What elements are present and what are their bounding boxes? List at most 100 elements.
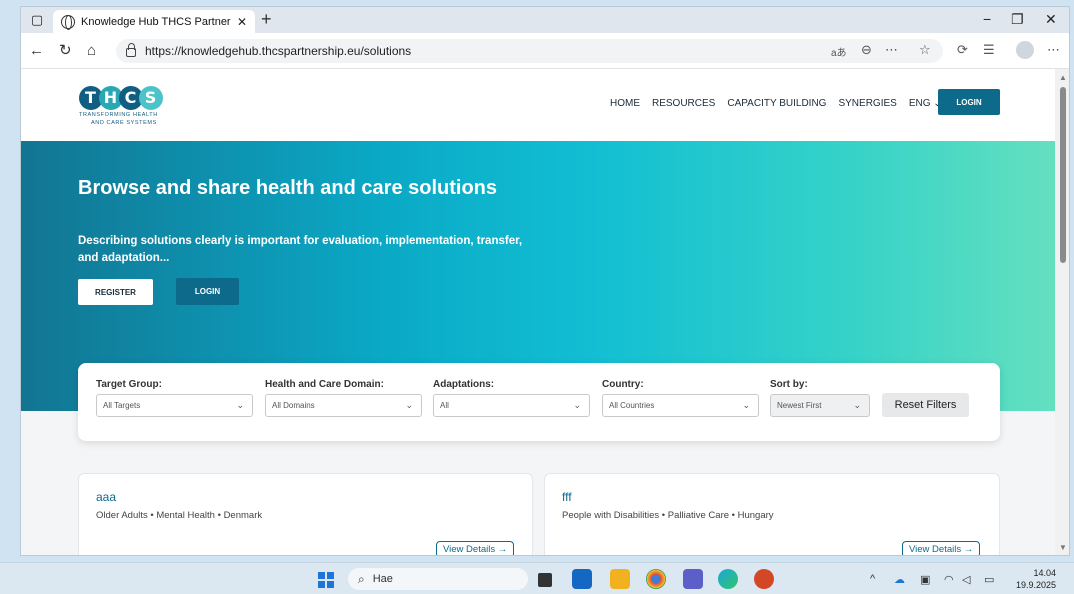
browser-window: ▢ Knowledge Hub THCS Partnership ✕ + − ❐… [20, 6, 1070, 556]
tray-chevron-icon[interactable]: ^ [870, 573, 875, 585]
system-clock[interactable]: 14.04 19.9.2025 [1014, 567, 1056, 591]
solution-card: fff People with Disabilities • Palliativ… [544, 473, 1000, 555]
filter-panel: Target Group: All Targets ⌄ Health and Ca… [78, 363, 1000, 441]
sort-label: Sort by: [770, 379, 808, 390]
navigation-bar: ← ↻ ⌂ https://knowledgehub.thcspartnersh… [21, 33, 1069, 69]
onedrive-icon[interactable]: ☁ [894, 573, 905, 586]
menu-item-synergies[interactable]: SYNERGIES [838, 98, 896, 109]
language-selector[interactable]: ENG ⌄ [909, 98, 942, 109]
tab-title: Knowledge Hub THCS Partnership [81, 15, 231, 28]
target-group-filter: Target Group: All Targets ⌄ [96, 379, 253, 417]
close-window-button[interactable]: ✕ [1045, 11, 1057, 28]
back-icon[interactable]: ← [29, 42, 44, 60]
adaptations-select[interactable]: All ⌄ [433, 394, 590, 417]
solution-title[interactable]: aaa [96, 490, 116, 504]
site-header: THCS Transforming Health and Care System… [21, 69, 1055, 141]
tab-bar: ▢ Knowledge Hub THCS Partnership ✕ + − ❐… [21, 7, 1069, 33]
edge-icon[interactable] [718, 569, 738, 589]
new-tab-button[interactable]: + [261, 9, 272, 30]
battery-icon[interactable]: ▭ [984, 573, 994, 586]
adaptations-filter: Adaptations: All ⌄ [433, 379, 590, 417]
favorites-bar-icon[interactable]: ☰ [983, 42, 995, 58]
view-details-button[interactable]: View Details → [436, 541, 515, 555]
refresh-icon[interactable]: ↻ [59, 42, 72, 60]
start-icon[interactable] [318, 572, 334, 588]
page-viewport: THCS Transforming Health and Care System… [21, 69, 1055, 555]
powerpoint-icon[interactable] [754, 569, 774, 589]
menu-item-home[interactable]: HOME [610, 98, 640, 109]
taskbar: ⌕ Hae ^ ☁ ▣ ◠ ◁ ▭ 14.04 19.9.2025 [0, 562, 1074, 594]
domain-filter: Health and Care Domain: All Domains ⌄ [265, 379, 422, 417]
header-login-button[interactable]: LOGIN [938, 89, 1000, 115]
adaptations-label: Adaptations: [433, 379, 495, 390]
clock-time: 14.04 [1033, 568, 1056, 578]
menu-item-capacity-building[interactable]: CAPACITY BUILDING [727, 98, 826, 109]
sort-select[interactable]: Newest First ⌄ [770, 394, 870, 417]
logo-tagline-1: Transforming Health [79, 112, 158, 118]
hero-title: Browse and share health and care solutio… [78, 177, 498, 199]
volume-icon[interactable]: ◁ [962, 573, 970, 586]
chevron-down-icon: ⌄ [853, 400, 861, 410]
page-scrollbar[interactable]: ▲ ▼ [1055, 69, 1069, 555]
country-value: All Countries [609, 401, 655, 410]
minimize-button[interactable]: − [983, 11, 991, 27]
menu-item-resources[interactable]: RESOURCES [652, 98, 715, 109]
clock-date: 19.9.2025 [1015, 580, 1056, 590]
more-options-icon[interactable]: ⋯ [885, 42, 898, 58]
country-filter: Country: All Countries ⌄ [602, 379, 759, 417]
sort-value: Newest First [777, 401, 822, 410]
favorite-icon[interactable]: ☆ [919, 42, 931, 58]
task-view-icon[interactable] [538, 573, 552, 587]
adaptations-value: All [440, 401, 449, 410]
main-menu: HOME RESOURCES CAPACITY BUILDING SYNERGI… [610, 98, 942, 109]
scrollbar-thumb[interactable] [1060, 87, 1066, 263]
outlook-icon[interactable] [572, 569, 592, 589]
scroll-up-icon[interactable]: ▲ [1059, 73, 1067, 82]
view-details-button[interactable]: View Details → [902, 541, 981, 555]
solution-card: aaa Older Adults • Mental Health • Denma… [78, 473, 533, 555]
hero-login-button[interactable]: LOGIN [176, 278, 239, 305]
logo-tagline-2: and Care Systems [91, 120, 157, 126]
taskbar-search-text: Hae [372, 573, 393, 585]
chevron-down-icon: ⌄ [742, 400, 750, 410]
address-bar[interactable]: https://knowledgehub.thcspartnership.eu/… [116, 39, 943, 63]
file-explorer-icon[interactable] [610, 569, 630, 589]
hero-subtitle: Describing solutions clearly is importan… [78, 235, 523, 264]
lock-icon[interactable] [126, 42, 136, 57]
restore-button[interactable]: ❐ [1011, 11, 1024, 28]
wifi-icon[interactable]: ◠ [944, 573, 954, 586]
domain-value: All Domains [272, 401, 315, 410]
domain-select[interactable]: All Domains ⌄ [265, 394, 422, 417]
scroll-down-icon[interactable]: ▼ [1059, 543, 1067, 552]
search-icon: ⌕ [358, 571, 365, 586]
chevron-down-icon: ⌄ [405, 400, 413, 410]
chevron-down-icon: ⌄ [236, 400, 244, 410]
solution-title[interactable]: fff [562, 490, 572, 504]
profile-avatar[interactable] [1016, 41, 1034, 59]
chrome-icon[interactable] [646, 569, 666, 589]
country-select[interactable]: All Countries ⌄ [602, 394, 759, 417]
sidebar-toggle-icon[interactable]: ▢ [29, 12, 45, 28]
settings-menu-icon[interactable]: ⋯ [1047, 42, 1060, 58]
security-icon[interactable]: ▣ [920, 573, 930, 586]
tab-close-icon[interactable]: ✕ [237, 15, 247, 29]
zoom-icon[interactable]: ⊖ [861, 42, 872, 58]
target-group-value: All Targets [103, 401, 141, 410]
globe-icon [61, 14, 75, 30]
taskbar-search[interactable]: ⌕ Hae [348, 568, 528, 590]
teams-icon[interactable] [683, 569, 703, 589]
logo-mark: THCS [79, 81, 189, 110]
home-icon[interactable]: ⌂ [87, 42, 96, 60]
solution-meta: People with Disabilities • Palliative Ca… [562, 510, 774, 521]
target-group-select[interactable]: All Targets ⌄ [96, 394, 253, 417]
read-aloud-icon[interactable]: aあ [831, 44, 847, 59]
extensions-icon[interactable]: ⟳ [957, 42, 968, 58]
target-group-label: Target Group: [96, 379, 162, 390]
register-button[interactable]: REGISTER [78, 279, 153, 305]
solution-meta: Older Adults • Mental Health • Denmark [96, 510, 263, 521]
url-text: https://knowledgehub.thcspartnership.eu/… [145, 44, 412, 58]
browser-tab[interactable]: Knowledge Hub THCS Partnership ✕ [53, 10, 255, 33]
reset-filters-button[interactable]: Reset Filters [882, 393, 969, 417]
sort-filter: Sort by: Newest First ⌄ [770, 379, 870, 417]
thcs-logo[interactable]: THCS Transforming Health and Care System… [79, 81, 189, 131]
